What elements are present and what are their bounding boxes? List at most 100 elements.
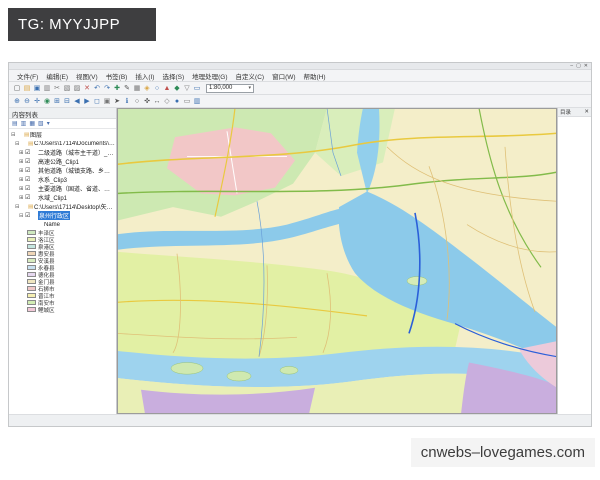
legend-item[interactable]: 鲤城区 [27,306,116,313]
toolbar-icon[interactable]: ▦ [132,83,142,94]
layer-checkbox[interactable]: ☑ [25,194,32,201]
toc-toolbar-icon[interactable]: ▧ [38,120,44,127]
toolbar-icon[interactable]: ↶ [92,83,102,94]
toolbar-icon[interactable]: ✚ [112,83,122,94]
menu-item[interactable]: 地理处理(G) [188,71,231,81]
layer-tree-row[interactable]: ⊞ ☑ 水系_Clip3 [9,175,116,185]
toolbar-icon[interactable]: ○ [152,83,162,94]
menu-item[interactable]: 文件(F) [13,71,42,81]
toolbar-icon[interactable]: ▣ [102,96,112,107]
toolbar-icon[interactable]: ▭ [182,96,192,107]
toc-toolbar-icon[interactable]: ▾ [47,120,50,127]
legend-item[interactable]: 惠安县 [27,250,116,257]
toolbar-icon[interactable]: ○ [132,96,142,107]
toolbar-icon[interactable]: ⊟ [62,96,72,107]
toolbar-icon[interactable]: ⊖ [22,96,32,107]
toolbar-icon[interactable]: ▥ [192,96,202,107]
layer-tree-row[interactable]: ⊞ ☑ 二级道路（城市主干道）_Clip [9,148,116,158]
toolbar-icon[interactable]: ▭ [192,83,202,94]
legend-item[interactable]: 南安市 [27,299,116,306]
layer-checkbox[interactable]: ☑ [25,185,32,192]
legend-item[interactable]: 洛江区 [27,236,116,243]
legend-item[interactable]: 泉港区 [27,243,116,250]
menu-item[interactable]: 编辑(E) [42,71,72,81]
toolbar-icon[interactable]: ✕ [82,83,92,94]
toc-toolbar-icon[interactable]: ▤ [12,120,18,127]
layer-checkbox[interactable]: ☑ [25,212,32,219]
layer-checkbox[interactable]: ☑ [25,167,32,174]
toolbar-icon[interactable]: ⊞ [52,96,62,107]
map-scale-combo[interactable]: 1:80,000 ▾ [206,83,254,93]
layer-tree-row[interactable]: ⊟ ☑ 泉州行政区 [9,211,116,220]
legend-item[interactable]: 安溪县 [27,257,116,264]
window-control-icon[interactable]: ▢ [576,63,581,69]
toolbar-icon[interactable]: ▣ [32,83,42,94]
map-canvas[interactable] [117,108,557,414]
toc-toolbar-icon[interactable]: ▥ [21,120,27,127]
legend-item[interactable]: 晋江市 [27,292,116,299]
menu-item[interactable]: 插入(I) [131,71,158,81]
toolbar-icon[interactable]: ● [172,96,182,107]
toolbar-icon[interactable]: ↔ [152,96,162,107]
menu-item[interactable]: 自定义(C) [232,71,269,81]
toolbar-icon[interactable]: ◈ [142,83,152,94]
catalog-panel-body[interactable] [558,117,591,414]
map-view[interactable] [117,108,557,414]
toolbar-icon[interactable]: ◉ [42,96,52,107]
layer-tree-row[interactable]: ⊞ ☑ 其他道路（城镇支路、乡村道路等）_Clip1 [9,166,116,176]
toolbar-icon[interactable]: ▽ [182,83,192,94]
toc-toolbar-icon[interactable]: ▦ [29,120,35,127]
toolbar-icon[interactable]: ▨ [72,83,82,94]
legend-label: 永春县 [38,265,55,272]
expander-icon[interactable]: ⊟ [15,204,21,210]
toolbar-icon[interactable]: ▲ [162,83,172,94]
toolbar-icon[interactable]: ◆ [172,83,182,94]
layer-tree-row[interactable]: ⊞ ☑ 主要道路（国道、省道、环路等）_Clip1 [9,184,116,194]
toolbar-icon[interactable]: ✜ [142,96,152,107]
layer-checkbox[interactable]: ☑ [25,149,32,156]
close-icon[interactable]: ✕ [584,109,589,115]
toolbar-icon[interactable]: ◇ [162,96,172,107]
legend-item[interactable]: 石狮市 [27,285,116,292]
legend-item[interactable]: 德化县 [27,271,116,278]
layer-checkbox[interactable]: ☑ [25,176,32,183]
toolbar-icon[interactable]: ↷ [102,83,112,94]
map-island [170,362,204,375]
toolbar-icon[interactable]: ▶ [82,96,92,107]
toolbar-icon[interactable]: ◻ [92,96,102,107]
layer-tree-row[interactable]: ⊟ ▤ C:\Users\17114\Desktop\矢量地图 [9,202,116,212]
legend-item[interactable]: 金门县 [27,278,116,285]
toolbar-icon[interactable]: ◀ [72,96,82,107]
layer-tree-row[interactable]: ⊞ ☑ 高速公路_Clip1 [9,157,116,167]
chevron-down-icon[interactable]: ▾ [248,85,251,91]
toolbar-icon[interactable]: ▧ [62,83,72,94]
layer-tree-row[interactable]: Name [9,220,116,229]
menu-item[interactable]: 帮助(H) [300,71,330,81]
toolbar-icon[interactable]: ✛ [32,96,42,107]
legend-swatch [27,244,36,249]
toolbar-icon[interactable]: ℹ [122,96,132,107]
layer-tree-row[interactable]: ⊞ ☑ 水域_Clip1 [9,193,116,203]
menu-item[interactable]: 窗口(W) [268,71,299,81]
toolbar-icon[interactable]: ▢ [12,83,22,94]
window-control-icon[interactable]: ✕ [584,63,588,69]
expander-icon[interactable]: ⊟ [11,132,17,138]
legend-label: 泉港区 [38,244,55,251]
toolbar-icon[interactable]: ✎ [122,83,132,94]
layer-checkbox[interactable]: ☑ [25,158,32,165]
layer-tree-row[interactable]: ⊟ ▤ C:\Users\17114\Documents\ArcGIS\Defa… [9,139,116,148]
menu-item[interactable]: 视图(V) [72,71,102,81]
expander-icon[interactable]: ⊟ [15,141,21,147]
window-control-icon[interactable]: – [570,63,573,69]
toolbar-icon[interactable]: ➤ [112,96,122,107]
menu-item[interactable]: 书签(B) [102,71,132,81]
toolbar-icon[interactable]: ▥ [42,83,52,94]
layer-tree-row[interactable]: ⊟ ▤ 图层 [9,130,116,140]
toolbar-icon[interactable]: ▤ [22,83,32,94]
legend-item[interactable]: 永春县 [27,264,116,271]
legend-item[interactable]: 丰泽区 [27,229,116,236]
toolbar-icon[interactable]: ⊕ [12,96,22,107]
toolbar-icon[interactable]: ✂ [52,83,62,94]
menu-item[interactable]: 选择(S) [158,71,188,81]
legend-label: 晋江市 [38,293,55,300]
